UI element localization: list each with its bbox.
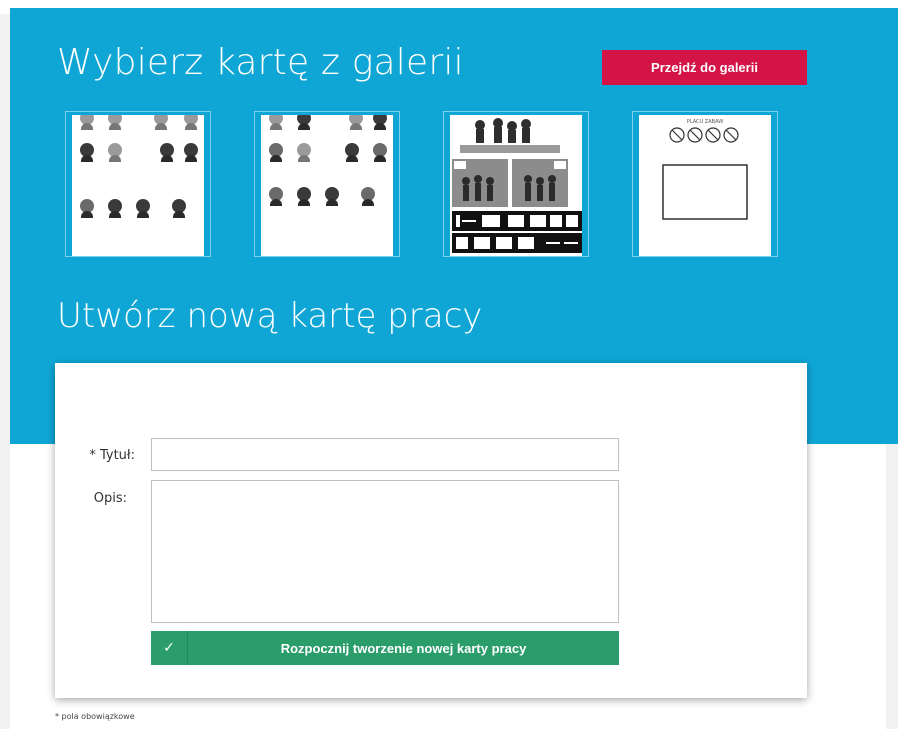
create-worksheet-title: Utwórz nową kartę pracy <box>57 296 483 336</box>
face-illustration <box>345 143 359 162</box>
worksheet-preview <box>72 115 204 256</box>
page-left-margin <box>0 0 10 729</box>
face-illustration <box>80 115 94 130</box>
description-textarea[interactable] <box>151 480 619 623</box>
face-illustration <box>325 187 339 206</box>
face-illustration <box>269 143 283 162</box>
worksheet-preview: PLACU ZABAW <box>639 115 771 256</box>
gallery-title: Wybierz kartę z galerii <box>57 42 464 83</box>
face-illustration <box>108 143 122 162</box>
face-illustration <box>269 115 283 130</box>
worksheet-preview <box>450 115 582 256</box>
face-illustration <box>297 115 311 130</box>
face-illustration <box>361 187 375 206</box>
description-label: Opis: <box>93 491 127 506</box>
required-fields-note: * pola obowiązkowe <box>55 712 135 721</box>
gallery-thumbnail-evacuation[interactable] <box>443 111 589 257</box>
face-illustration <box>184 115 198 130</box>
face-illustration <box>108 199 122 218</box>
start-new-worksheet-button[interactable]: ✓ Rozpocznij tworzenie nowej karty pracy <box>151 631 619 665</box>
face-illustration <box>160 143 174 162</box>
face-illustration <box>136 199 150 218</box>
face-illustration <box>184 143 198 162</box>
face-illustration <box>154 115 168 130</box>
face-illustration <box>80 199 94 218</box>
go-to-gallery-button[interactable]: Przejdź do galerii <box>602 50 807 85</box>
worksheet-preview <box>261 115 393 256</box>
face-illustration <box>80 143 94 162</box>
title-label: * Tytuł: <box>89 448 135 463</box>
gallery-thumbnail-faces-2[interactable] <box>254 111 400 257</box>
face-illustration <box>108 115 122 130</box>
face-illustration <box>297 143 311 162</box>
gallery-thumbnail-playground[interactable]: PLACU ZABAW <box>632 111 778 257</box>
checkmark-icon: ✓ <box>151 631 188 665</box>
face-illustration <box>349 115 363 130</box>
start-new-worksheet-label: Rozpocznij tworzenie nowej karty pracy <box>280 640 527 656</box>
face-illustration <box>297 187 311 206</box>
playground-rules-illustration <box>662 127 748 220</box>
gallery-thumbnail-faces-1[interactable] <box>65 111 211 257</box>
face-illustration <box>269 187 283 206</box>
face-illustration <box>373 115 387 130</box>
evacuation-illustration <box>450 115 582 256</box>
face-illustration <box>373 143 387 162</box>
title-input[interactable] <box>151 438 619 471</box>
face-illustration <box>172 199 186 218</box>
